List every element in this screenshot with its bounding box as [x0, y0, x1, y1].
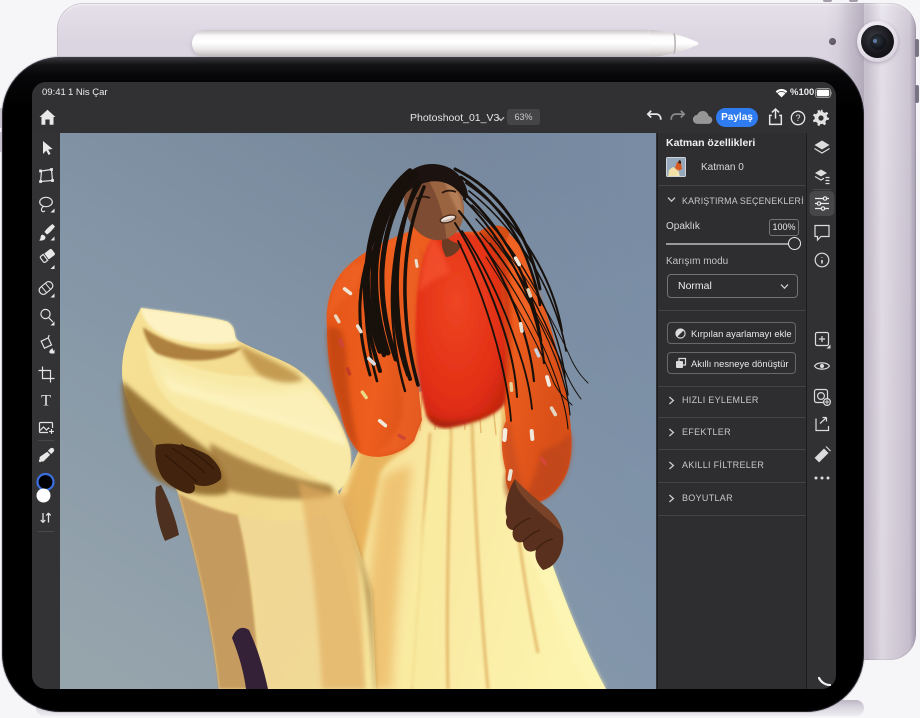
svg-text:T: T — [41, 393, 51, 410]
svg-text:?: ? — [795, 113, 800, 123]
